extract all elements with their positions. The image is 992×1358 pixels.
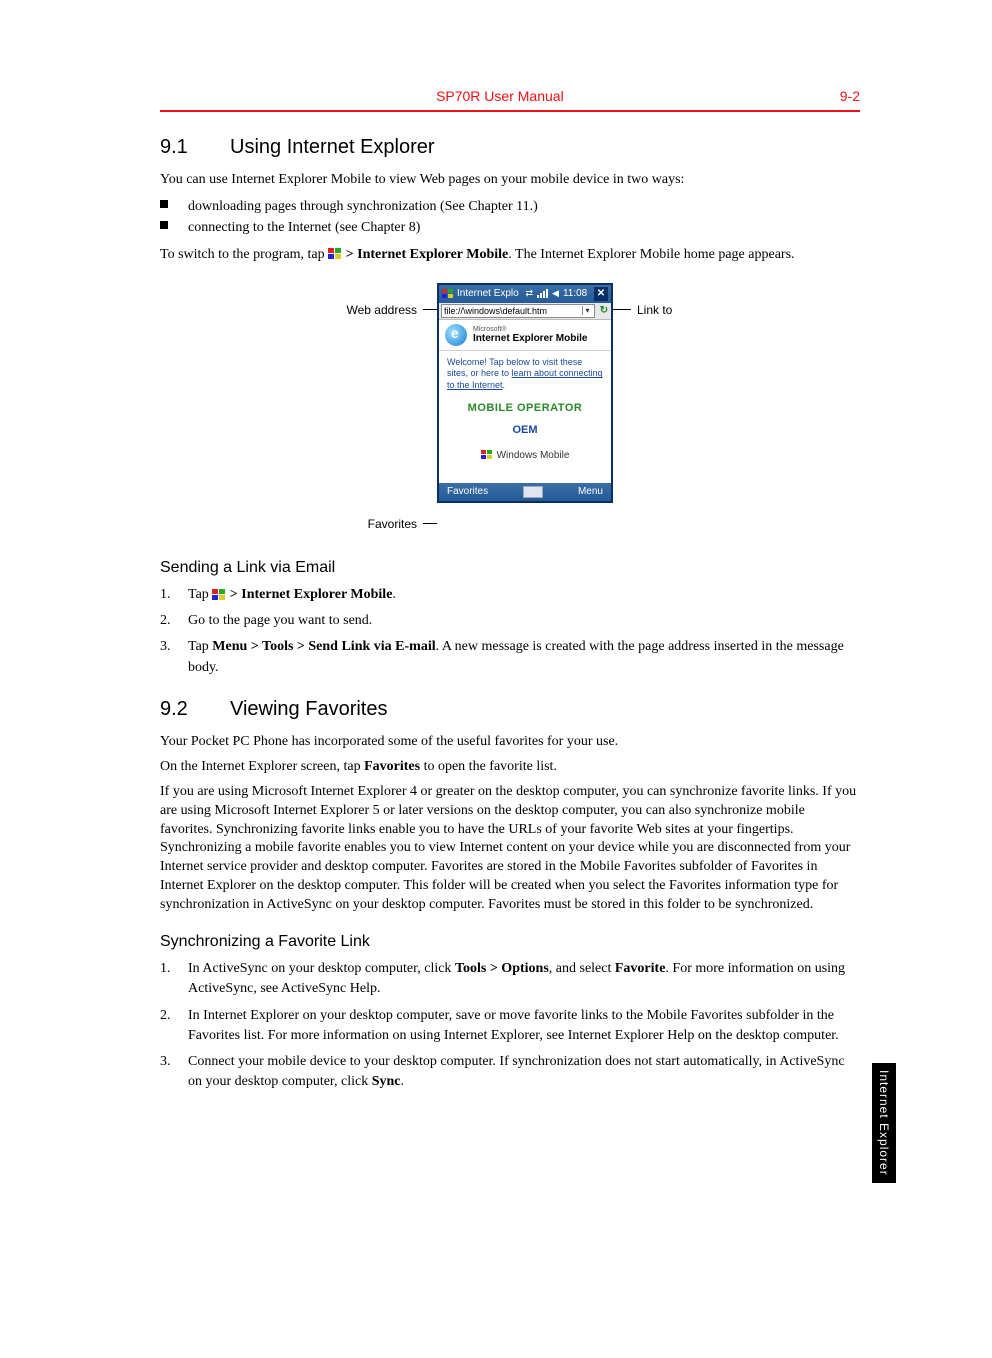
device-figure: Web address Favorites Internet Explo ⇄ ◀: [160, 283, 860, 531]
list-item: Go to the page you want to send.: [160, 611, 860, 631]
page-header: SP70R User Manual 9-2: [160, 88, 860, 112]
section-number: 9.1: [160, 136, 230, 159]
list-item: Tap > Internet Explorer Mobile.: [160, 585, 860, 605]
windows-mobile-link[interactable]: Windows Mobile: [439, 450, 611, 461]
section-9-1-heading: 9.1Using Internet Explorer: [160, 136, 860, 159]
switch-paragraph: To switch to the program, tap > Internet…: [160, 246, 860, 265]
list-item: downloading pages through synchronizatio…: [160, 196, 860, 217]
mobile-operator-link[interactable]: MOBILE OPERATOR: [439, 402, 611, 414]
close-button[interactable]: ✕: [594, 287, 608, 301]
softkey-favorites[interactable]: Favorites: [447, 486, 488, 497]
ordered-list-send: Tap > Internet Explorer Mobile. Go to th…: [160, 585, 860, 678]
callout-web-address: Web address: [327, 303, 437, 317]
section-number: 9.2: [160, 698, 230, 721]
app-title: Internet Explo: [457, 288, 519, 299]
go-button[interactable]: ↻: [597, 305, 611, 316]
callout-link-to: Link to: [613, 303, 693, 317]
brand-row: Microsoft® Internet Explorer Mobile: [439, 320, 611, 351]
intro-paragraph: You can use Internet Explorer Mobile to …: [160, 171, 860, 190]
ordered-list-sync: In ActiveSync on your desktop computer, …: [160, 959, 860, 1093]
subheading-sync-favorite: Synchronizing a Favorite Link: [160, 933, 860, 951]
side-tab-internet-explorer: Internet Explorer: [872, 1063, 896, 1183]
connectivity-icon: ⇄: [525, 288, 533, 299]
paragraph: Your Pocket PC Phone has incorporated so…: [160, 733, 860, 752]
paragraph: On the Internet Explorer screen, tap Fav…: [160, 758, 860, 777]
page-content: SP70R User Manual 9-2 9.1Using Internet …: [160, 88, 860, 1101]
windows-flag-icon: [481, 450, 493, 460]
device-titlebar: Internet Explo ⇄ ◀ 11:08 ✕: [439, 285, 611, 303]
section-title: Using Internet Explorer: [230, 136, 435, 158]
windows-start-icon: [212, 588, 226, 600]
list-item: Tap Menu > Tools > Send Link via E-mail.…: [160, 637, 860, 678]
dropdown-icon[interactable]: ▾: [582, 306, 592, 315]
section-9-2-heading: 9.2Viewing Favorites: [160, 698, 860, 721]
windows-start-icon[interactable]: [442, 289, 454, 299]
brand-main: Internet Explorer Mobile: [473, 333, 587, 344]
section-title: Viewing Favorites: [230, 698, 387, 720]
clock-time: 11:08: [563, 288, 587, 299]
ie-logo-icon: [445, 324, 467, 346]
list-item: connecting to the Internet (see Chapter …: [160, 217, 860, 238]
paragraph: If you are using Microsoft Internet Expl…: [160, 783, 860, 915]
callout-favorites: Favorites: [327, 517, 437, 531]
softkey-menu[interactable]: Menu: [578, 486, 603, 497]
list-item: Connect your mobile device to your deskt…: [160, 1052, 860, 1093]
device-softkey-bar: Favorites Menu: [439, 483, 611, 501]
address-bar-row: file://\windows\default.htm ▾ ↻: [439, 303, 611, 320]
keyboard-icon[interactable]: [523, 486, 543, 498]
speaker-icon: ◀: [552, 288, 559, 299]
address-input[interactable]: file://\windows\default.htm ▾: [441, 304, 595, 318]
bullet-list: downloading pages through synchronizatio…: [160, 196, 860, 238]
list-item: In ActiveSync on your desktop computer, …: [160, 959, 860, 1000]
oem-link[interactable]: OEM: [439, 424, 611, 436]
signal-icon: [537, 289, 548, 298]
windows-start-icon: [328, 248, 342, 260]
welcome-text: Welcome! Tap below to visit these sites,…: [439, 351, 611, 396]
device-screenshot: Internet Explo ⇄ ◀ 11:08 ✕ file://\windo…: [437, 283, 613, 503]
manual-title: SP70R User Manual: [160, 88, 840, 104]
list-item: In Internet Explorer on your desktop com…: [160, 1006, 860, 1047]
page-number: 9-2: [840, 88, 860, 104]
subheading-sending-link: Sending a Link via Email: [160, 559, 860, 577]
brand-small: Microsoft®: [473, 326, 587, 333]
address-value: file://\windows\default.htm: [444, 306, 547, 316]
